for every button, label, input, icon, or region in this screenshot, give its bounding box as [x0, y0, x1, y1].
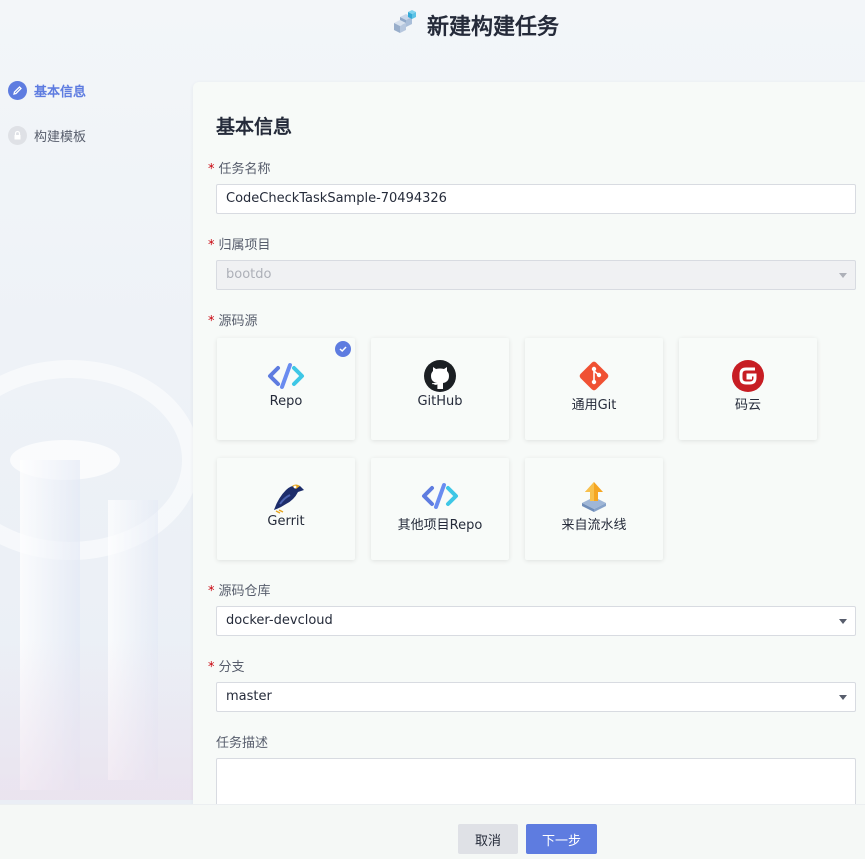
footer-bar: 取消 下一步 [0, 804, 865, 859]
source-option-other-repo[interactable]: 其他项目Repo [371, 458, 509, 560]
wizard-steps: 基本信息 构建模板 [8, 78, 86, 168]
source-option-label: Gerrit [267, 514, 305, 529]
source-option-label: 通用Git [571, 398, 617, 413]
github-icon [423, 358, 457, 394]
git-icon [576, 358, 612, 394]
gitee-icon [731, 358, 765, 394]
source-option-label: 其他项目Repo [397, 518, 483, 533]
section-title: 基本信息 [216, 116, 293, 138]
chevron-down-icon [839, 273, 847, 278]
source-option-gerrit[interactable]: Gerrit [217, 458, 355, 560]
step-basic-info[interactable]: 基本信息 [8, 78, 86, 102]
cancel-button[interactable]: 取消 [458, 824, 518, 854]
repo-icon [421, 478, 459, 514]
step-build-template[interactable]: 构建模板 [8, 123, 86, 147]
gerrit-icon [266, 478, 306, 514]
page-title: 新建构建任务 [426, 15, 559, 40]
lock-icon [8, 125, 27, 145]
source-option-git[interactable]: 通用Git [525, 338, 663, 440]
step-label: 构建模板 [34, 129, 87, 145]
project-label: * 归属项目 [208, 238, 271, 253]
next-step-button[interactable]: 下一步 [526, 824, 597, 854]
pencil-icon [8, 80, 27, 100]
pipeline-icon [577, 478, 611, 514]
source-label: * 源码源 [208, 314, 258, 329]
branch-label: * 分支 [208, 660, 245, 675]
branch-select[interactable]: master [216, 682, 856, 712]
source-option-gitee[interactable]: 码云 [679, 338, 817, 440]
source-option-repo[interactable]: Repo [217, 338, 355, 440]
task-name-input[interactable]: CodeCheckTaskSample-70494326 [216, 184, 856, 214]
check-icon [335, 341, 351, 357]
repository-label: * 源码仓库 [208, 584, 271, 599]
step-label: 基本信息 [34, 84, 87, 100]
chevron-down-icon [839, 619, 847, 624]
cubes-icon [391, 10, 419, 40]
source-option-label: GitHub [417, 394, 463, 409]
task-name-label: * 任务名称 [208, 162, 271, 177]
source-option-pipeline[interactable]: 来自流水线 [525, 458, 663, 560]
source-option-label: 码云 [734, 398, 761, 413]
source-option-github[interactable]: GitHub [371, 338, 509, 440]
repository-select[interactable]: docker-devcloud [216, 606, 856, 636]
source-option-label: Repo [269, 394, 303, 409]
project-select[interactable]: bootdo [216, 260, 856, 290]
description-label: 任务描述 [216, 736, 269, 751]
repo-icon [267, 358, 305, 394]
source-option-label: 来自流水线 [561, 518, 627, 533]
chevron-down-icon [839, 695, 847, 700]
background-decoration [0, 640, 200, 800]
page-header: 新建构建任务 [0, 0, 865, 50]
form-card: 基本信息 * 任务名称 CodeCheckTaskSample-70494326 … [193, 82, 865, 818]
